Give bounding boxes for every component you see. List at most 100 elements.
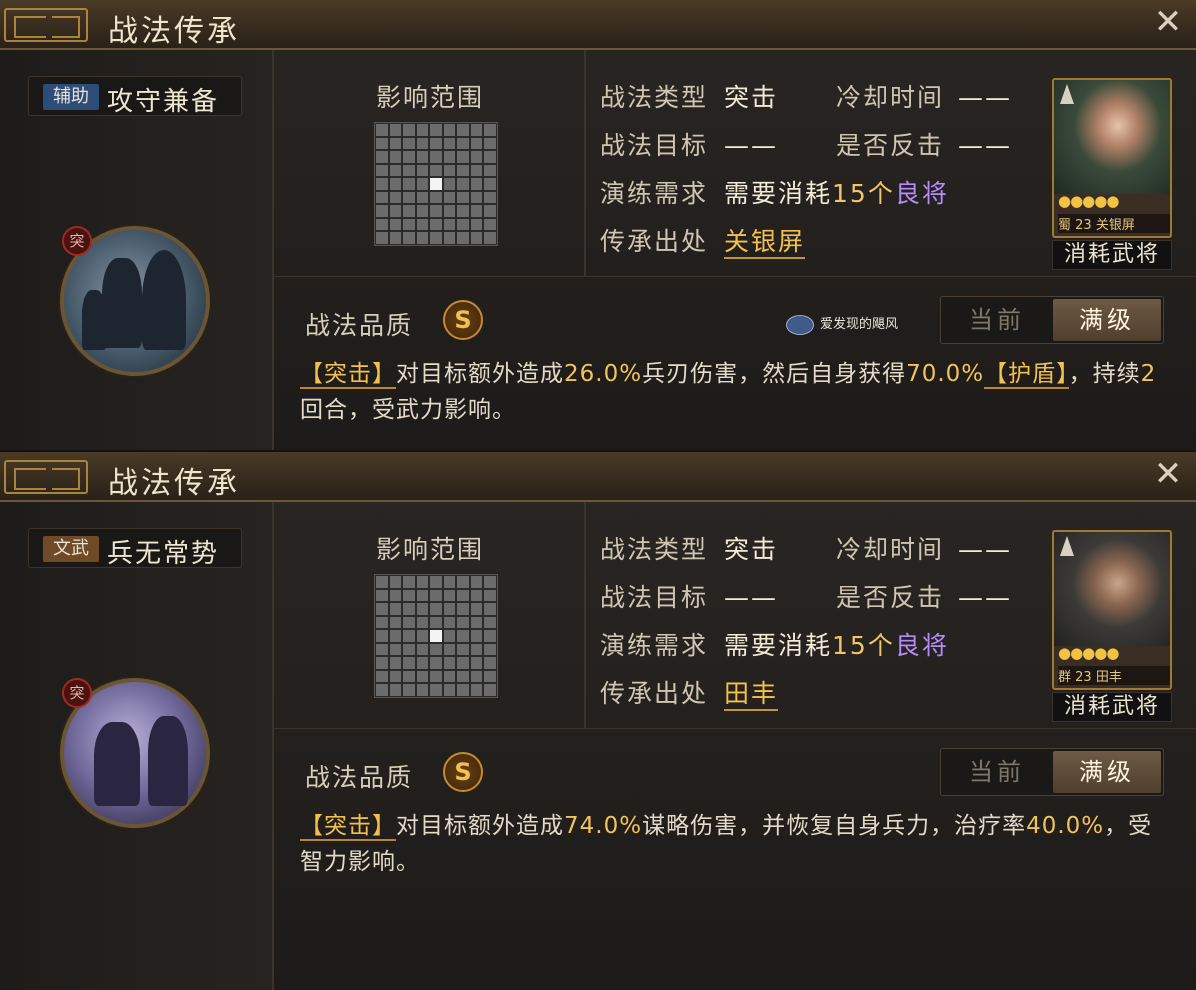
cooldown-value: —— [958,83,1013,112]
range-cell [416,576,429,588]
range-cell [389,191,402,204]
origin-label: 传承出处 [600,679,709,708]
info-row-type: 战法类型 突击 [600,530,778,566]
range-cell [416,643,429,656]
divider [584,50,586,276]
header-ornament-icon [4,8,88,42]
range-cell [457,576,469,588]
range-cell [416,191,429,204]
range-cell [470,151,483,163]
cooldown-label: 冷却时间 [836,535,945,564]
range-cell [484,684,496,696]
range-cell [430,670,442,683]
info-row-cooldown: 冷却时间 —— [836,78,1012,114]
close-icon[interactable]: ✕ [1150,457,1186,493]
range-cell [376,684,388,696]
range-cell [416,684,429,696]
range-label: 影响范围 [376,83,485,112]
requirement-item: 良将 [894,631,949,660]
range-cell [416,616,429,629]
keyword-tag: 【突击】 [300,361,396,389]
toggle-current-button[interactable]: 当前 [941,297,1053,343]
range-cell [457,589,469,602]
range-cell [457,218,469,231]
origin-general-link[interactable]: 关银屏 [724,227,806,259]
info-row-origin: 传承出处 关银屏 [600,222,806,259]
divider [274,276,1196,277]
general-level-line: 蜀 23 关银屏 [1058,214,1170,233]
range-cell [430,616,442,629]
skill-description: 【突击】对目标额外造成26.0%兵刃伤害，然后自身获得70.0%【护盾】，持续2… [300,361,1157,423]
info-row-target: 战法目标 —— [600,126,778,162]
range-cell [443,684,456,696]
keyword-tag: 【突击】 [300,813,396,841]
range-cell [470,589,483,602]
range-cell [389,684,402,696]
skill-inherit-panel: 战法传承 ✕ 辅助 攻守兼备 突 影响范围 战法类型 突击 冷却时间 —— 战法目标… [0,0,1196,450]
range-cell [389,151,402,163]
skill-category-tag: 文武 [43,536,99,562]
general-card[interactable]: ●●●●● 群 23 田丰 [1052,530,1172,690]
range-cell [416,670,429,683]
origin-general-link[interactable]: 田丰 [724,679,779,711]
range-cell [403,670,415,683]
range-cell [430,191,442,204]
range-cell [403,178,415,190]
range-cell [430,603,442,615]
range-cell [470,657,483,669]
range-cell [389,589,402,602]
range-cell [416,232,429,244]
target-value: —— [724,583,779,612]
cooldown-value: —— [958,535,1013,564]
range-cell [470,684,483,696]
range-cell [416,178,429,190]
range-cell [443,151,456,163]
range-cell [403,232,415,244]
range-cell [416,630,429,642]
range-cell [443,178,456,190]
range-cell [389,603,402,615]
toggle-max-button[interactable]: 满级 [1053,751,1161,793]
range-cell [403,643,415,656]
range-cell [416,603,429,615]
range-cell [457,657,469,669]
counter-value: —— [958,583,1013,612]
range-cell [484,616,496,629]
range-cell [457,151,469,163]
range-cell [376,643,388,656]
toggle-max-button[interactable]: 满级 [1053,299,1161,341]
consume-general-label: 消耗武将 [1052,240,1172,270]
range-cell [403,124,415,136]
quality-label: 战法品质 [305,311,414,340]
requirement-label: 演练需求 [600,631,709,660]
close-icon[interactable]: ✕ [1150,5,1186,41]
range-cell [389,178,402,190]
range-cell [403,603,415,615]
range-cell [416,589,429,602]
divider [272,502,274,990]
skill-name: 兵无常势 [107,539,220,569]
range-cell [443,205,456,217]
range-cell [484,643,496,656]
info-row-target: 战法目标 —— [600,578,778,614]
panel-header: 战法传承 ✕ [0,452,1196,502]
range-cell [457,670,469,683]
range-cell [457,191,469,204]
range-grid [374,122,498,246]
general-card[interactable]: ●●●●● 蜀 23 关银屏 [1052,78,1172,238]
range-cell [430,232,442,244]
type-label: 战法类型 [600,535,709,564]
range-cell [389,205,402,217]
range-cell [430,576,442,588]
range-cell [484,151,496,163]
range-cell [484,178,496,190]
range-cell [484,124,496,136]
toggle-current-button[interactable]: 当前 [941,749,1053,795]
requirement-label: 演练需求 [600,179,709,208]
general-faction: 蜀 [1058,218,1072,233]
range-cell [470,191,483,204]
info-row-requirement: 演练需求 需要消耗15个良将 [600,626,949,662]
range-cell [470,137,483,150]
quality-badge: S [443,300,483,340]
range-cell [484,205,496,217]
